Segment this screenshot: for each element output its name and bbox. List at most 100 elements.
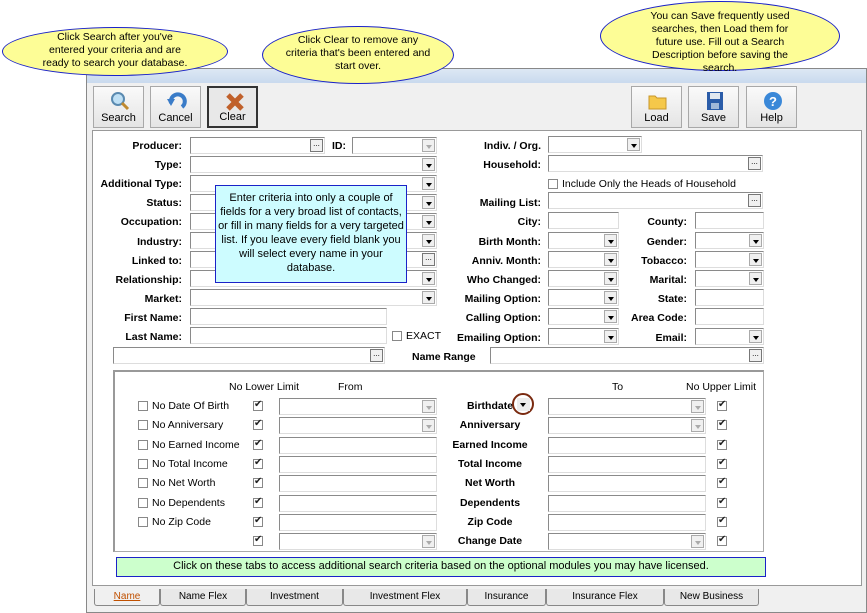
no-lower-limit-checkbox[interactable]	[253, 438, 263, 450]
to-header: To	[612, 381, 624, 393]
range-from-field[interactable]	[279, 533, 437, 551]
no-upper-limit-checkbox[interactable]	[717, 534, 727, 547]
no-value-checkbox[interactable]	[138, 516, 148, 527]
no-value-checkbox[interactable]	[138, 458, 148, 469]
tab-investment-flex[interactable]: Investment Flex	[343, 589, 467, 606]
help-icon: ?	[764, 92, 782, 110]
range-to-field[interactable]	[548, 455, 706, 473]
no-lower-limit-checkbox[interactable]	[253, 496, 263, 508]
mailing-list-field[interactable]: ...	[548, 192, 763, 209]
tab-insurance[interactable]: Insurance	[467, 589, 546, 606]
id-label: ID:	[332, 140, 346, 152]
save-button[interactable]: Save	[688, 86, 739, 128]
x-icon	[226, 93, 244, 111]
state-label: State:	[657, 293, 687, 305]
no-value-checkbox[interactable]	[138, 439, 148, 450]
birthdate-options-button[interactable]	[512, 393, 534, 415]
birth-month-label: Birth Month:	[478, 236, 541, 248]
email-dropdown[interactable]	[695, 328, 764, 345]
no-upper-limit-checkbox[interactable]	[717, 515, 727, 527]
tab-name-flex[interactable]: Name Flex	[160, 589, 246, 606]
area-code-field[interactable]	[695, 308, 764, 325]
who-changed-dropdown[interactable]	[548, 270, 619, 287]
range-to-field[interactable]	[548, 398, 706, 415]
no-upper-limit-checkbox[interactable]	[717, 457, 727, 469]
no-lower-limit-checkbox[interactable]	[253, 418, 263, 431]
no-value-checkbox[interactable]	[138, 497, 148, 508]
help-button[interactable]: ? Help	[746, 86, 797, 128]
exact-checkbox[interactable]	[392, 331, 402, 341]
cancel-label: Cancel	[158, 112, 193, 124]
county-field[interactable]	[695, 212, 764, 229]
calling-option-dropdown[interactable]	[548, 308, 619, 325]
range-from-field[interactable]	[279, 436, 437, 454]
range-from-field[interactable]	[279, 513, 437, 531]
producer-label: Producer:	[132, 140, 182, 152]
first-name-field[interactable]	[190, 308, 387, 325]
no-upper-limit-checkbox[interactable]	[717, 496, 727, 508]
clear-callout: Click Clear to remove any criteria that'…	[262, 26, 454, 84]
last-name-field[interactable]	[190, 327, 387, 344]
range-from-field[interactable]	[279, 494, 437, 512]
birth-month-dropdown[interactable]	[548, 232, 619, 249]
tab-new-business[interactable]: New Business	[664, 589, 759, 606]
range-from-field[interactable]	[279, 455, 437, 473]
no-upper-limit-checkbox[interactable]	[717, 399, 727, 411]
range-from-field[interactable]	[279, 398, 437, 415]
market-dropdown[interactable]	[190, 289, 437, 306]
id-dropdown[interactable]	[352, 137, 437, 154]
search-label: Search	[101, 112, 136, 124]
range-to-field[interactable]	[548, 417, 706, 435]
range-to-field[interactable]	[548, 494, 706, 512]
type-label: Type:	[154, 159, 182, 171]
no-upper-limit-checkbox[interactable]	[717, 418, 727, 431]
no-value-checkbox[interactable]	[138, 420, 148, 431]
help-label: Help	[760, 112, 783, 124]
mailing-option-dropdown[interactable]	[548, 289, 619, 306]
tab-investment[interactable]: Investment	[246, 589, 343, 606]
relationship-label: Relationship:	[115, 274, 182, 286]
additional-type-label: Additional Type:	[100, 178, 182, 190]
range-field-label: Total Income	[458, 457, 522, 470]
range-to-field[interactable]	[548, 513, 706, 531]
svg-text:?: ?	[769, 94, 777, 109]
emailing-option-label: Emailing Option:	[457, 332, 541, 344]
household-field[interactable]: ...	[548, 155, 763, 172]
name-range-to-field[interactable]: ...	[490, 347, 764, 364]
gender-dropdown[interactable]	[695, 232, 764, 249]
tab-name[interactable]: Name	[94, 589, 160, 606]
indiv-org-dropdown[interactable]	[548, 136, 642, 153]
type-dropdown[interactable]	[190, 156, 437, 173]
range-to-field[interactable]	[548, 436, 706, 454]
no-lower-limit-checkbox[interactable]	[253, 399, 263, 411]
search-button[interactable]: Search	[93, 86, 144, 128]
anniv-month-dropdown[interactable]	[548, 251, 619, 268]
heads-of-household-label: Include Only the Heads of Household	[562, 178, 736, 190]
range-to-field[interactable]	[548, 475, 706, 493]
email-label: Email:	[655, 332, 687, 344]
range-to-field[interactable]	[548, 533, 706, 551]
tab-insurance-flex[interactable]: Insurance Flex	[546, 589, 664, 606]
name-range-from-field[interactable]: ...	[113, 347, 385, 364]
no-value-checkbox[interactable]	[138, 478, 148, 489]
no-lower-limit-checkbox[interactable]	[253, 476, 263, 489]
cancel-button[interactable]: Cancel	[150, 86, 201, 128]
producer-field[interactable]: ...	[190, 137, 325, 154]
range-from-field[interactable]	[279, 417, 437, 435]
range-from-field[interactable]	[279, 475, 437, 493]
no-lower-limit-checkbox[interactable]	[253, 457, 263, 469]
heads-of-household-checkbox[interactable]	[548, 179, 558, 189]
city-field[interactable]	[548, 212, 619, 229]
state-field[interactable]	[695, 289, 764, 306]
marital-dropdown[interactable]	[695, 270, 764, 287]
ellipsis-button[interactable]: ...	[310, 139, 323, 152]
no-upper-limit-checkbox[interactable]	[717, 438, 727, 450]
load-button[interactable]: Load	[631, 86, 682, 128]
no-lower-limit-checkbox[interactable]	[253, 515, 263, 527]
emailing-option-dropdown[interactable]	[548, 328, 619, 345]
no-value-checkbox[interactable]	[138, 401, 148, 411]
tobacco-dropdown[interactable]	[695, 251, 764, 268]
clear-button[interactable]: Clear	[207, 86, 258, 128]
no-lower-limit-checkbox[interactable]	[253, 534, 263, 547]
no-upper-limit-checkbox[interactable]	[717, 476, 727, 489]
